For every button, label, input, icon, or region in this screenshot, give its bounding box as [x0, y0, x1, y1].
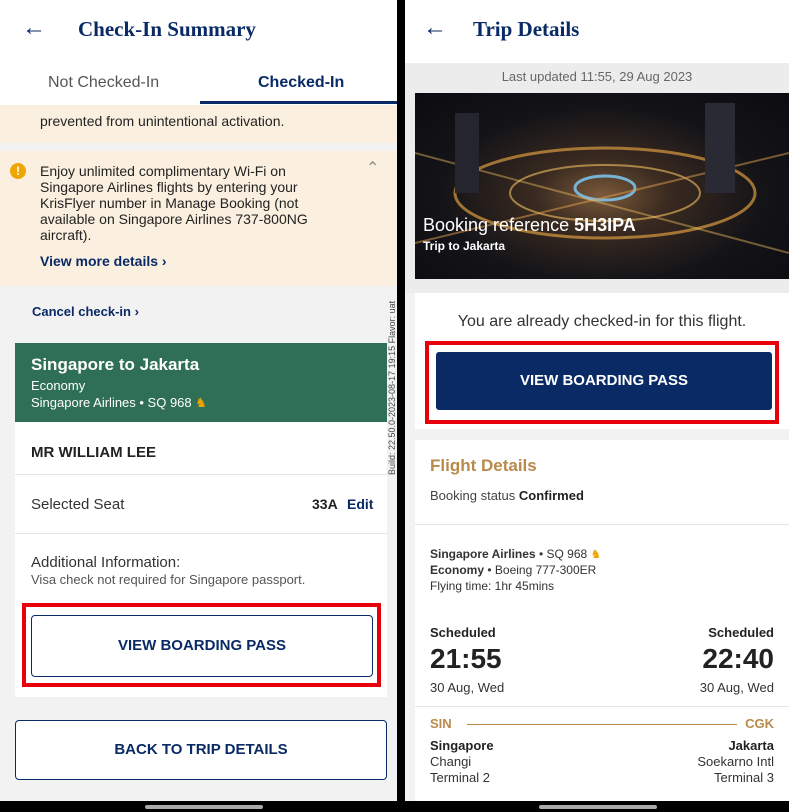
edit-seat-link[interactable]: Edit — [347, 496, 373, 512]
back-to-trip-details-button[interactable]: BACK TO TRIP DETAILS — [15, 720, 387, 780]
destination-photo: Booking reference 5H3IPA Trip to Jakarta — [415, 93, 789, 279]
wifi-notice-text: Enjoy unlimited complimentary Wi-Fi on S… — [40, 163, 308, 243]
flight-details-card: Flight Details Booking status Confirmed … — [415, 440, 789, 812]
booking-reference-label: Booking reference — [423, 215, 570, 235]
departure-code: SIN — [430, 716, 452, 731]
departure-city: Singapore — [430, 738, 494, 753]
arrival-airport: Soekarno Intl — [697, 754, 774, 769]
airline-bird-icon: ♞ — [590, 547, 602, 561]
page-title: Check-In Summary — [78, 17, 256, 41]
booking-status-value: Confirmed — [518, 488, 584, 503]
flight-details-title: Flight Details — [430, 456, 537, 475]
arrival-airport-info: Jakarta Soekarno Intl Terminal 3 — [697, 738, 774, 786]
build-watermark: Build: 22.50.0-2023-08-17 19:15 Flavor: … — [387, 300, 397, 475]
chevron-up-icon[interactable]: ⌃ — [366, 161, 379, 177]
aircraft-type: • Boeing 777-300ER — [487, 563, 597, 577]
truncated-notice: prevented from unintentional activation. — [0, 105, 397, 143]
app-bar: ← Check-In Summary — [0, 0, 397, 63]
cabin-class: Economy — [430, 563, 485, 577]
divider — [15, 474, 387, 475]
cancel-checkin-link[interactable]: Cancel check-in › — [32, 304, 139, 319]
additional-info-title: Additional Information: — [31, 554, 181, 571]
trip-name: Trip to Jakarta — [423, 239, 506, 253]
trip-header: Last updated 11:55, 29 Aug 2023 Booking … — [405, 63, 789, 293]
checked-in-message: You are already checked-in for this flig… — [457, 313, 747, 330]
additional-info-text: Visa check not required for Singapore pa… — [31, 572, 306, 587]
checkin-summary-screen: ← Check-In Summary Not Checked-In Checke… — [0, 0, 397, 812]
wifi-notice: ! Enjoy unlimited complimentary Wi-Fi on… — [0, 151, 397, 286]
home-indicator[interactable] — [539, 805, 657, 809]
flight-number: • SQ 968 — [538, 547, 588, 561]
route-title: Singapore to Jakarta — [31, 355, 200, 374]
departure-airport-info: Singapore Changi Terminal 2 — [430, 738, 494, 786]
arrival-city: Jakarta — [728, 738, 774, 753]
back-arrow-icon[interactable]: ← — [423, 14, 447, 42]
active-tab-indicator — [200, 101, 397, 104]
cabin-class: Economy — [31, 378, 86, 393]
home-indicator[interactable] — [145, 805, 263, 809]
view-more-details-link[interactable]: View more details › — [40, 253, 167, 269]
departure-date: 30 Aug, Wed — [430, 680, 505, 695]
info-icon: ! — [10, 163, 26, 179]
departure-airport: Changi — [430, 754, 472, 769]
departure-scheduled-label: Scheduled — [430, 625, 496, 640]
truncated-notice-text: prevented from unintentional activation. — [40, 113, 285, 129]
arrival-terminal: Terminal 3 — [714, 770, 774, 785]
airline-bird-icon: ♞ — [195, 395, 207, 410]
booking-reference-code: 5H3IPA — [574, 215, 636, 235]
tab-not-checked-in[interactable]: Not Checked-In — [48, 74, 159, 92]
tab-checked-in[interactable]: Checked-In — [258, 74, 344, 92]
checkin-tabs: Not Checked-In Checked-In — [0, 63, 397, 105]
departure-terminal: Terminal 2 — [430, 770, 490, 785]
departure-time: 21:55 — [430, 643, 502, 674]
route-line — [467, 724, 737, 725]
back-arrow-icon[interactable]: ← — [22, 14, 46, 42]
carrier-flight: Singapore Airlines • SQ 968 — [31, 395, 192, 410]
divider — [415, 524, 789, 525]
carrier-name: Singapore Airlines — [430, 547, 536, 561]
arrival-date: 30 Aug, Wed — [699, 680, 774, 695]
flight-info: Singapore Airlines • SQ 968 ♞ Economy • … — [430, 546, 601, 594]
highlight-box — [22, 603, 381, 687]
app-bar: ← Trip Details — [405, 0, 789, 63]
page-title: Trip Details — [473, 17, 580, 41]
seat-number: 33A — [312, 496, 338, 512]
divider — [415, 706, 789, 707]
arrival-code: CGK — [745, 716, 774, 731]
highlight-box — [425, 341, 779, 424]
flying-time: Flying time: 1hr 45mins — [430, 579, 555, 593]
arrival-scheduled-label: Scheduled — [708, 625, 774, 640]
last-updated: Last updated 11:55, 29 Aug 2023 — [501, 69, 693, 84]
trip-details-screen: ← Trip Details Last updated 11:55, 29 Au… — [405, 0, 789, 812]
booking-status-label: Booking status — [430, 488, 516, 503]
arrival-time: 22:40 — [702, 643, 774, 674]
divider — [15, 533, 387, 534]
selected-seat-label: Selected Seat — [31, 496, 125, 513]
passenger-name: MR WILLIAM LEE — [31, 444, 156, 461]
flight-header: Singapore to Jakarta Economy Singapore A… — [15, 343, 387, 422]
